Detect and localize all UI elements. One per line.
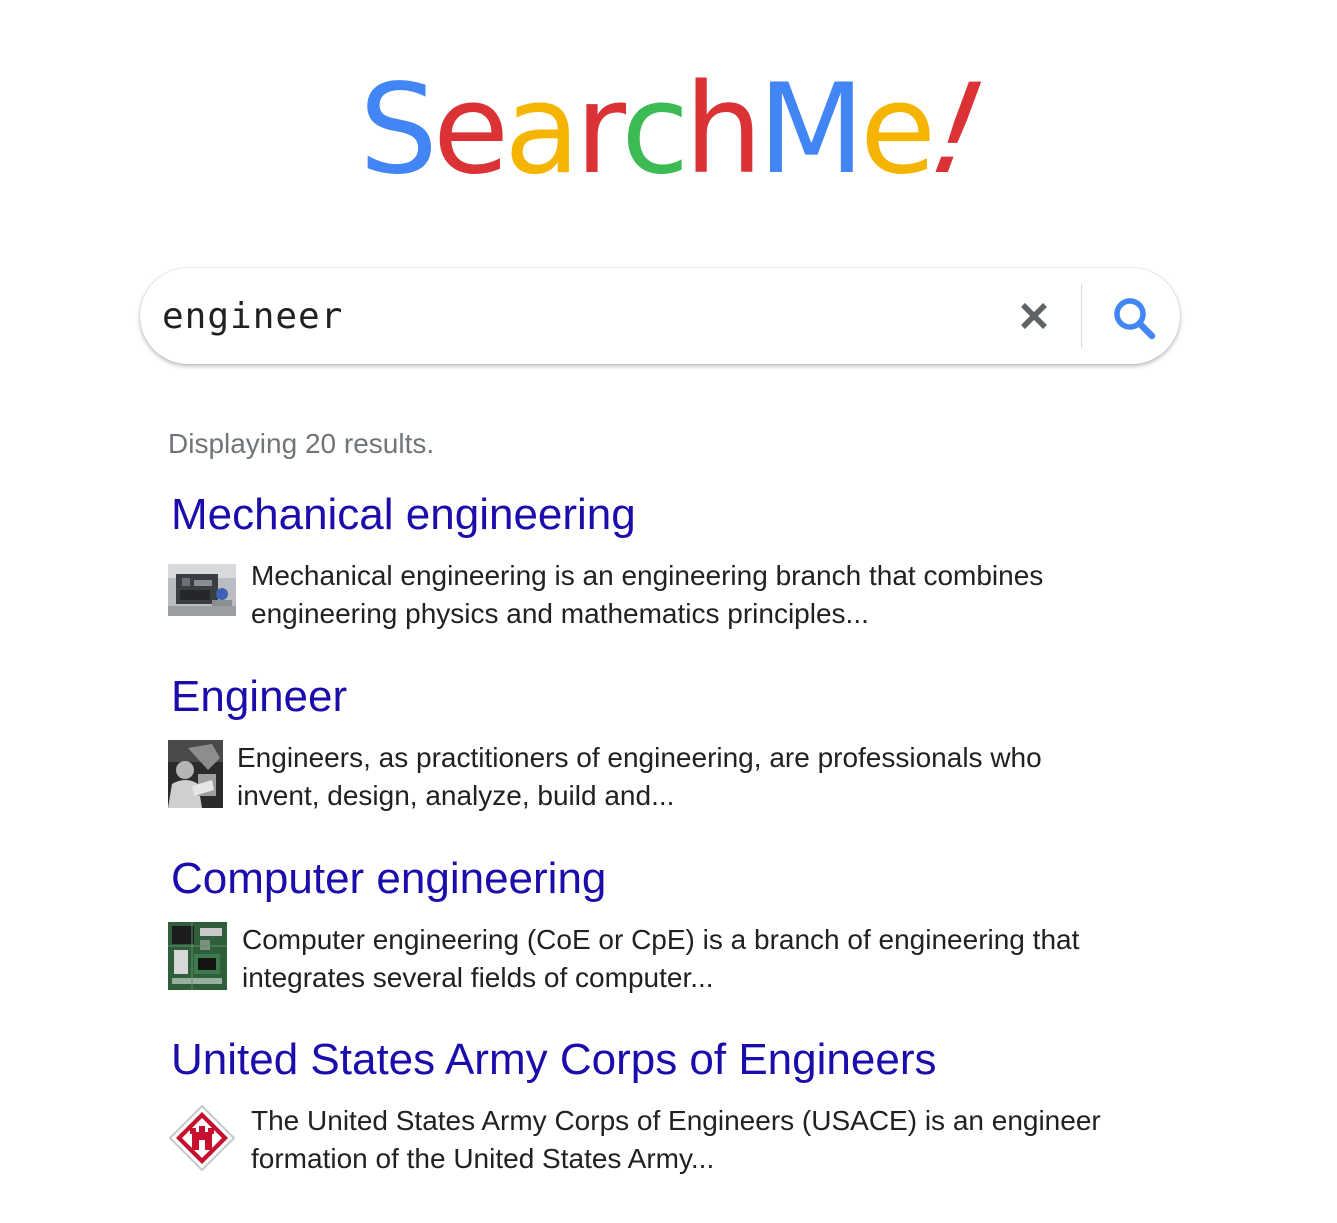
clear-search-button[interactable] [1014,296,1054,336]
logo-letter: e [859,58,936,202]
logo-letter: M [757,58,865,202]
engine-photo-thumbnail[interactable] [168,563,236,616]
result-snippet-line: Computer engineering (CoE or CpE) is a b… [242,923,1080,955]
result-snippet-line: invent, design, analyze, build and... [237,779,675,811]
logo-letter: r [575,58,626,202]
close-icon [1021,303,1047,329]
result-snippet-line: The United States Army Corps of Engineer… [251,1104,1101,1136]
result-snippet-line: formation of the United States Army... [251,1142,715,1174]
logo-letter: e [432,58,509,202]
search-icon [1114,298,1156,340]
search-input[interactable] [162,288,982,344]
search-divider [1081,284,1082,348]
result-title-link[interactable]: United States Army Corps of Engineers [171,1035,1168,1086]
result-title-link[interactable]: Mechanical engineering [171,490,1168,541]
result-count: Displaying 20 results. [168,428,435,459]
result-body: Computer engineering (CoE or CpE) is a b… [168,921,1168,997]
logo-letter: h [684,58,763,202]
result-body: Engineers, as practitioners of engineeri… [168,739,1168,815]
logo-letter: ! [920,58,991,202]
result-title-link[interactable]: Engineer [171,672,1168,723]
logo-letter: c [621,58,689,202]
result-title-link[interactable]: Computer engineering [171,854,1168,905]
searchme-logo: SearchMe! [0,58,1337,202]
result-snippet-line: integrates several fields of computer... [242,961,714,993]
search-result: Computer engineering Computer engineerin… [168,854,1168,997]
search-result: United States Army Corps of Engineers Th… [168,1035,1168,1178]
result-snippet-line: Engineers, as practitioners of engineeri… [237,741,1042,773]
search-result: Engineer Engineers, as practitioners of … [168,672,1168,815]
search-submit-button[interactable] [1110,296,1158,340]
logo-letter: a [504,58,580,202]
engineer-photo-thumbnail[interactable] [168,739,223,808]
search-result: Mechanical engineering Mechanical engine… [168,490,1168,633]
result-body: The United States Army Corps of Engineer… [168,1102,1168,1178]
result-body: Mechanical engineering is an engineering… [168,557,1168,633]
result-snippet-line: Mechanical engineering is an engineering… [251,559,1044,591]
logo-letter: S [359,58,438,202]
result-snippet-line: engineering physics and mathematics prin… [251,597,869,629]
usace-castle-emblem-thumbnail[interactable] [168,1104,236,1172]
circuit-board-photo-thumbnail[interactable] [168,921,227,990]
